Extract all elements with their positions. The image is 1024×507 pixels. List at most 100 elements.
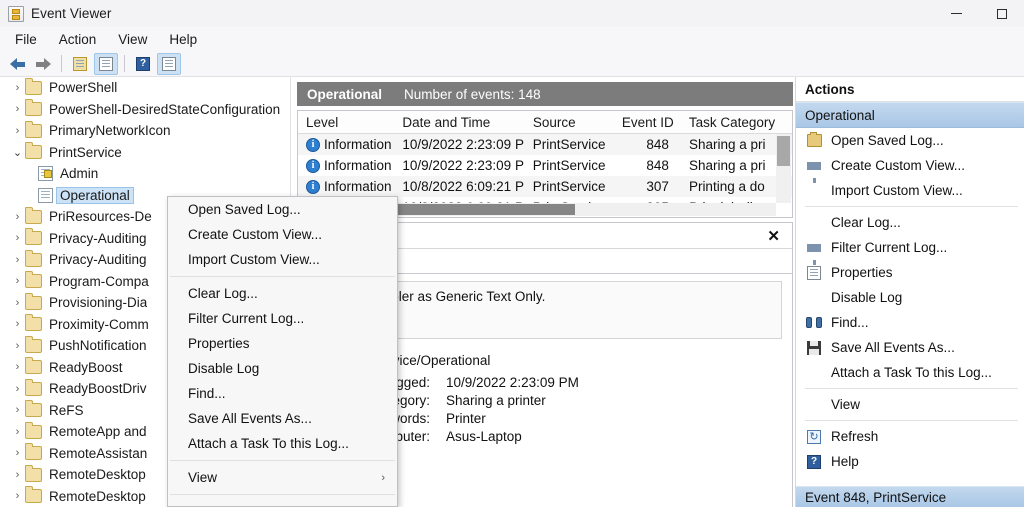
- action-item-filter-current-log[interactable]: Filter Current Log...: [796, 235, 1024, 265]
- show-hide-action-pane-icon: [162, 56, 176, 71]
- context-menu-item-filter-current-log[interactable]: Filter Current Log...: [168, 306, 397, 331]
- vertical-scroll-thumb[interactable]: [777, 136, 790, 166]
- minimize-button[interactable]: [934, 0, 979, 27]
- tree-item-label: PrintService: [49, 144, 122, 160]
- action-item-save-all-events-as[interactable]: Save All Events As...: [796, 335, 1024, 360]
- context-menu-item-disable-log[interactable]: Disable Log: [168, 356, 397, 381]
- event-level-cell: i Information: [298, 158, 394, 173]
- folder-icon: [25, 486, 42, 504]
- chevron-right-icon[interactable]: ›: [10, 254, 25, 266]
- tree-item-admin[interactable]: Admin: [0, 163, 290, 185]
- actions-group-operational[interactable]: Operational: [796, 102, 1024, 128]
- chevron-right-icon[interactable]: ›: [10, 232, 25, 244]
- close-icon[interactable]: ✕: [763, 227, 784, 245]
- folder-icon: [25, 443, 42, 461]
- log-header-name: Operational: [307, 86, 383, 102]
- event-list-columns: Level Date and Time Source Event ID Task…: [298, 111, 792, 134]
- tree-item-powershell-desiredstateconfiguration[interactable]: › PowerShell-DesiredStateConfiguration: [0, 99, 290, 121]
- maximize-button[interactable]: [979, 0, 1024, 27]
- folder-icon: [25, 206, 42, 224]
- information-icon: i: [306, 137, 320, 152]
- context-menu-item-create-custom-view[interactable]: Create Custom View...: [168, 222, 397, 247]
- context-menu-separator: [170, 494, 395, 495]
- chevron-right-icon[interactable]: ›: [10, 297, 25, 309]
- action-item-disable-log[interactable]: Disable Log: [796, 285, 1024, 310]
- menu-view[interactable]: View: [107, 30, 158, 49]
- action-item-attach-a-task-to-this-log[interactable]: Attach a Task To this Log...: [796, 360, 1024, 385]
- chevron-right-icon[interactable]: ›: [10, 469, 25, 481]
- chevron-right-icon[interactable]: ›: [10, 490, 25, 502]
- title-bar: Event Viewer: [0, 0, 1024, 28]
- forward-arrow-icon: [35, 57, 51, 70]
- chevron-right-icon[interactable]: ›: [10, 103, 25, 115]
- chevron-right-icon[interactable]: ›: [10, 383, 25, 395]
- tree-item-label: PriResources-De: [49, 209, 152, 225]
- chevron-right-icon[interactable]: ›: [10, 275, 25, 287]
- action-item-open-saved-log[interactable]: Open Saved Log...: [796, 128, 1024, 153]
- action-item-refresh[interactable]: ↻ Refresh: [796, 424, 1024, 449]
- show-hide-action-pane-button[interactable]: [157, 52, 181, 75]
- action-item-label: Disable Log: [831, 290, 903, 305]
- column-header-task-category[interactable]: Task Category: [681, 115, 792, 130]
- event-list-vertical-scrollbar[interactable]: [776, 134, 791, 203]
- tree-item-printservice[interactable]: ⌄ PrintService: [0, 142, 290, 164]
- context-menu-item-clear-log[interactable]: Clear Log...: [168, 281, 397, 306]
- context-menu-item-properties[interactable]: Properties: [168, 331, 397, 356]
- context-menu-item-find[interactable]: Find...: [168, 381, 397, 406]
- back-button[interactable]: [5, 53, 29, 75]
- context-menu-item-import-custom-view[interactable]: Import Custom View...: [168, 247, 397, 272]
- action-item-import-custom-view[interactable]: Import Custom View...: [796, 178, 1024, 203]
- context-menu-item-open-saved-log[interactable]: Open Saved Log...: [168, 197, 397, 222]
- chevron-right-icon[interactable]: ›: [10, 82, 25, 94]
- properties-button[interactable]: [68, 53, 92, 75]
- context-menu-item-attach-a-task-to-this-log[interactable]: Attach a Task To this Log...: [168, 431, 397, 456]
- context-menu-item-save-all-events-as[interactable]: Save All Events As...: [168, 406, 397, 431]
- actions-separator: [805, 388, 1018, 389]
- tree-item-label: RemoteApp and: [49, 424, 147, 440]
- action-item-help[interactable]: ? Help: [796, 449, 1024, 474]
- folder-icon: [25, 400, 42, 418]
- properties-icon: [805, 265, 823, 280]
- action-item-create-custom-view[interactable]: Create Custom View...: [796, 153, 1024, 183]
- information-icon: i: [306, 158, 320, 173]
- chevron-right-icon[interactable]: ›: [10, 426, 25, 438]
- menu-file[interactable]: File: [4, 30, 48, 49]
- chevron-right-icon[interactable]: ›: [10, 361, 25, 373]
- action-item-view[interactable]: View: [796, 392, 1024, 417]
- menu-action[interactable]: Action: [48, 30, 108, 49]
- column-header-source[interactable]: Source: [525, 115, 614, 130]
- save-icon: [805, 340, 823, 355]
- column-header-date[interactable]: Date and Time: [394, 115, 524, 130]
- tree-item-label: PrimaryNetworkIcon: [49, 123, 171, 139]
- action-item-clear-log[interactable]: Clear Log...: [796, 210, 1024, 235]
- chevron-right-icon[interactable]: ›: [10, 447, 25, 459]
- event-row[interactable]: i Information 10/9/2022 2:23:09 PM PrintSer…: [298, 155, 792, 176]
- column-header-event-id[interactable]: Event ID: [614, 115, 681, 130]
- event-level-cell: i Information: [298, 179, 394, 194]
- chevron-down-icon[interactable]: ⌄: [10, 146, 25, 159]
- context-menu-item-refresh[interactable]: Refresh: [168, 499, 397, 506]
- context-menu-item-view[interactable]: View ›: [168, 465, 397, 490]
- chevron-right-icon[interactable]: ›: [10, 404, 25, 416]
- tree-item-powershell[interactable]: › PowerShell: [0, 77, 290, 99]
- chevron-right-icon[interactable]: ›: [10, 318, 25, 330]
- action-item-find[interactable]: Find...: [796, 310, 1024, 335]
- event-row[interactable]: i Information 10/8/2022 6:09:21 PM PrintSer…: [298, 176, 792, 197]
- find-icon: [805, 317, 823, 328]
- event-row[interactable]: i Information 10/9/2022 2:23:09 PM PrintSer…: [298, 134, 792, 155]
- tree-item-label: Provisioning-Dia: [49, 295, 148, 311]
- help-button[interactable]: ?: [131, 53, 155, 75]
- actions-group-event[interactable]: Event 848, PrintService: [796, 486, 1024, 507]
- menu-help[interactable]: Help: [158, 30, 208, 49]
- tree-item-primarynetworkicon[interactable]: › PrimaryNetworkIcon: [0, 120, 290, 142]
- event-level-cell: i Information: [298, 137, 394, 152]
- context-menu[interactable]: Open Saved Log... Create Custom View... Im…: [167, 196, 398, 507]
- chevron-right-icon[interactable]: ›: [10, 125, 25, 137]
- action-item-label: Create Custom View...: [831, 158, 966, 173]
- show-hide-console-tree-button[interactable]: [94, 52, 118, 75]
- chevron-right-icon[interactable]: ›: [10, 211, 25, 223]
- chevron-right-icon[interactable]: ›: [10, 340, 25, 352]
- forward-button[interactable]: [31, 53, 55, 75]
- column-header-level[interactable]: Level: [298, 115, 394, 130]
- action-item-properties[interactable]: Properties: [796, 260, 1024, 285]
